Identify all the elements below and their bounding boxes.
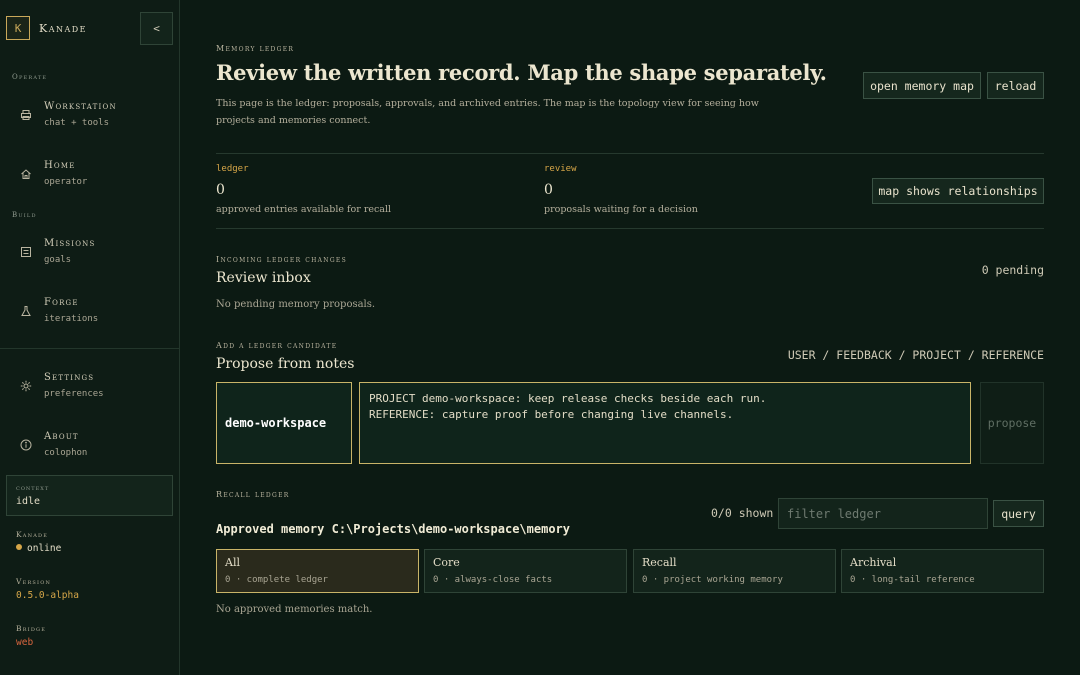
project-input[interactable]: demo-workspace bbox=[216, 382, 352, 464]
version-value: 0.5.0-alpha bbox=[16, 590, 79, 601]
section-label-build: Build bbox=[12, 211, 37, 219]
bridge-label: Bridge bbox=[16, 624, 47, 633]
sidebar-item-title: About bbox=[44, 431, 79, 442]
home-icon bbox=[21, 169, 31, 179]
pending-count: 0 pending bbox=[981, 263, 1044, 277]
propose-title: Propose from notes bbox=[216, 356, 355, 372]
gear-icon bbox=[20, 380, 32, 392]
sidebar-item-sub: operator bbox=[44, 177, 88, 187]
query-button[interactable]: query bbox=[993, 500, 1044, 527]
inbox-kicker: Incoming ledger changes bbox=[216, 255, 348, 264]
brand-name: Kanade bbox=[39, 21, 88, 35]
recall-empty-message: No approved memories match. bbox=[216, 604, 373, 615]
version-label: Version bbox=[16, 577, 52, 586]
propose-kicker: Add a ledger candidate bbox=[216, 341, 338, 350]
sidebar-item-title: Home bbox=[44, 160, 76, 171]
collapse-sidebar-button[interactable]: < bbox=[140, 12, 173, 45]
divider bbox=[216, 228, 1044, 229]
sidebar-item-workstation[interactable]: Workstation chat + tools bbox=[0, 95, 179, 145]
list-icon bbox=[21, 247, 31, 257]
brand-logo: K bbox=[6, 16, 30, 40]
inbox-title: Review inbox bbox=[216, 270, 311, 286]
sidebar-item-sub: iterations bbox=[44, 314, 99, 324]
filter-ledger-input[interactable] bbox=[778, 498, 988, 529]
tier-name: Archival bbox=[850, 556, 897, 569]
tier-archival[interactable]: Archival 0 · long-tail reference bbox=[841, 549, 1044, 593]
review-stat-desc: proposals waiting for a decision bbox=[544, 204, 698, 215]
context-indicator: context idle bbox=[6, 475, 173, 516]
sidebar-item-title: Settings bbox=[44, 372, 95, 383]
tier-sub: 0 · complete ledger bbox=[225, 575, 328, 585]
sidebar-item-title: Workstation bbox=[44, 101, 117, 112]
bridge-value: web bbox=[16, 637, 34, 648]
main-content: Memory ledger Review the written record.… bbox=[216, 0, 1044, 675]
ledger-stat-desc: approved entries available for recall bbox=[216, 204, 392, 215]
tier-name: All bbox=[225, 556, 240, 569]
printer-icon bbox=[21, 110, 31, 120]
tier-recall[interactable]: Recall 0 · project working memory bbox=[633, 549, 836, 593]
tier-name: Core bbox=[433, 556, 460, 569]
page-kicker: Memory ledger bbox=[216, 44, 295, 53]
brand[interactable]: K Kanade bbox=[6, 16, 87, 40]
sidebar-item-sub: colophon bbox=[44, 448, 88, 458]
tier-sub: 0 · long-tail reference bbox=[850, 575, 975, 585]
sidebar-item-forge[interactable]: Forge iterations bbox=[0, 291, 179, 341]
section-label-operate: Operate bbox=[12, 73, 48, 81]
inbox-empty-message: No pending memory proposals. bbox=[216, 299, 376, 310]
divider bbox=[216, 153, 1044, 154]
sidebar: K Kanade < Operate Workstation chat + to… bbox=[0, 0, 180, 675]
status-value: online bbox=[16, 543, 61, 554]
tier-name: Recall bbox=[642, 556, 677, 569]
tier-all[interactable]: All 0 · complete ledger bbox=[216, 549, 419, 593]
context-value: idle bbox=[16, 496, 41, 507]
reload-button[interactable]: reload bbox=[987, 72, 1044, 99]
page-title: Review the written record. Map the shape… bbox=[216, 60, 827, 85]
tier-sub: 0 · always-close facts bbox=[433, 575, 553, 585]
sidebar-divider bbox=[0, 348, 179, 349]
sidebar-item-title: Missions bbox=[44, 238, 96, 249]
page-description: This page is the ledger: proposals, appr… bbox=[216, 98, 759, 126]
status-label: Kanade bbox=[16, 530, 49, 539]
review-stat-label: review bbox=[544, 164, 577, 174]
map-shows-relationships-button[interactable]: map shows relationships bbox=[872, 178, 1044, 204]
sidebar-item-settings[interactable]: Settings preferences bbox=[0, 366, 179, 416]
open-memory-map-button[interactable]: open memory map bbox=[863, 72, 981, 99]
recall-kicker: Recall ledger bbox=[216, 490, 290, 499]
sidebar-item-about[interactable]: About colophon bbox=[0, 425, 179, 475]
sidebar-item-sub: preferences bbox=[44, 389, 104, 399]
tier-core[interactable]: Core 0 · always-close facts bbox=[424, 549, 627, 593]
ledger-stat-value: 0 bbox=[216, 182, 225, 198]
sidebar-item-sub: goals bbox=[44, 255, 72, 265]
info-icon bbox=[20, 439, 32, 451]
sidebar-item-missions[interactable]: Missions goals bbox=[0, 232, 179, 282]
memory-kinds: USER / FEEDBACK / PROJECT / REFERENCE bbox=[787, 348, 1044, 362]
status-dot bbox=[16, 544, 22, 550]
review-stat-value: 0 bbox=[544, 182, 553, 198]
path-tooltip: Approved memory C:\Projects\demo-workspa… bbox=[216, 518, 571, 540]
tier-sub: 0 · project working memory bbox=[642, 575, 783, 585]
ledger-stat-label: ledger bbox=[216, 164, 249, 174]
shown-count: 0/0 shown bbox=[711, 506, 774, 520]
sidebar-item-title: Forge bbox=[44, 297, 79, 308]
sidebar-item-home[interactable]: Home operator bbox=[0, 154, 179, 204]
status-text: online bbox=[27, 543, 62, 554]
notes-textarea[interactable]: PROJECT demo-workspace: keep release che… bbox=[359, 382, 971, 464]
context-label: context bbox=[16, 484, 50, 492]
propose-button[interactable]: propose bbox=[980, 382, 1044, 464]
sidebar-item-sub: chat + tools bbox=[44, 118, 110, 128]
flask-icon bbox=[21, 306, 31, 316]
